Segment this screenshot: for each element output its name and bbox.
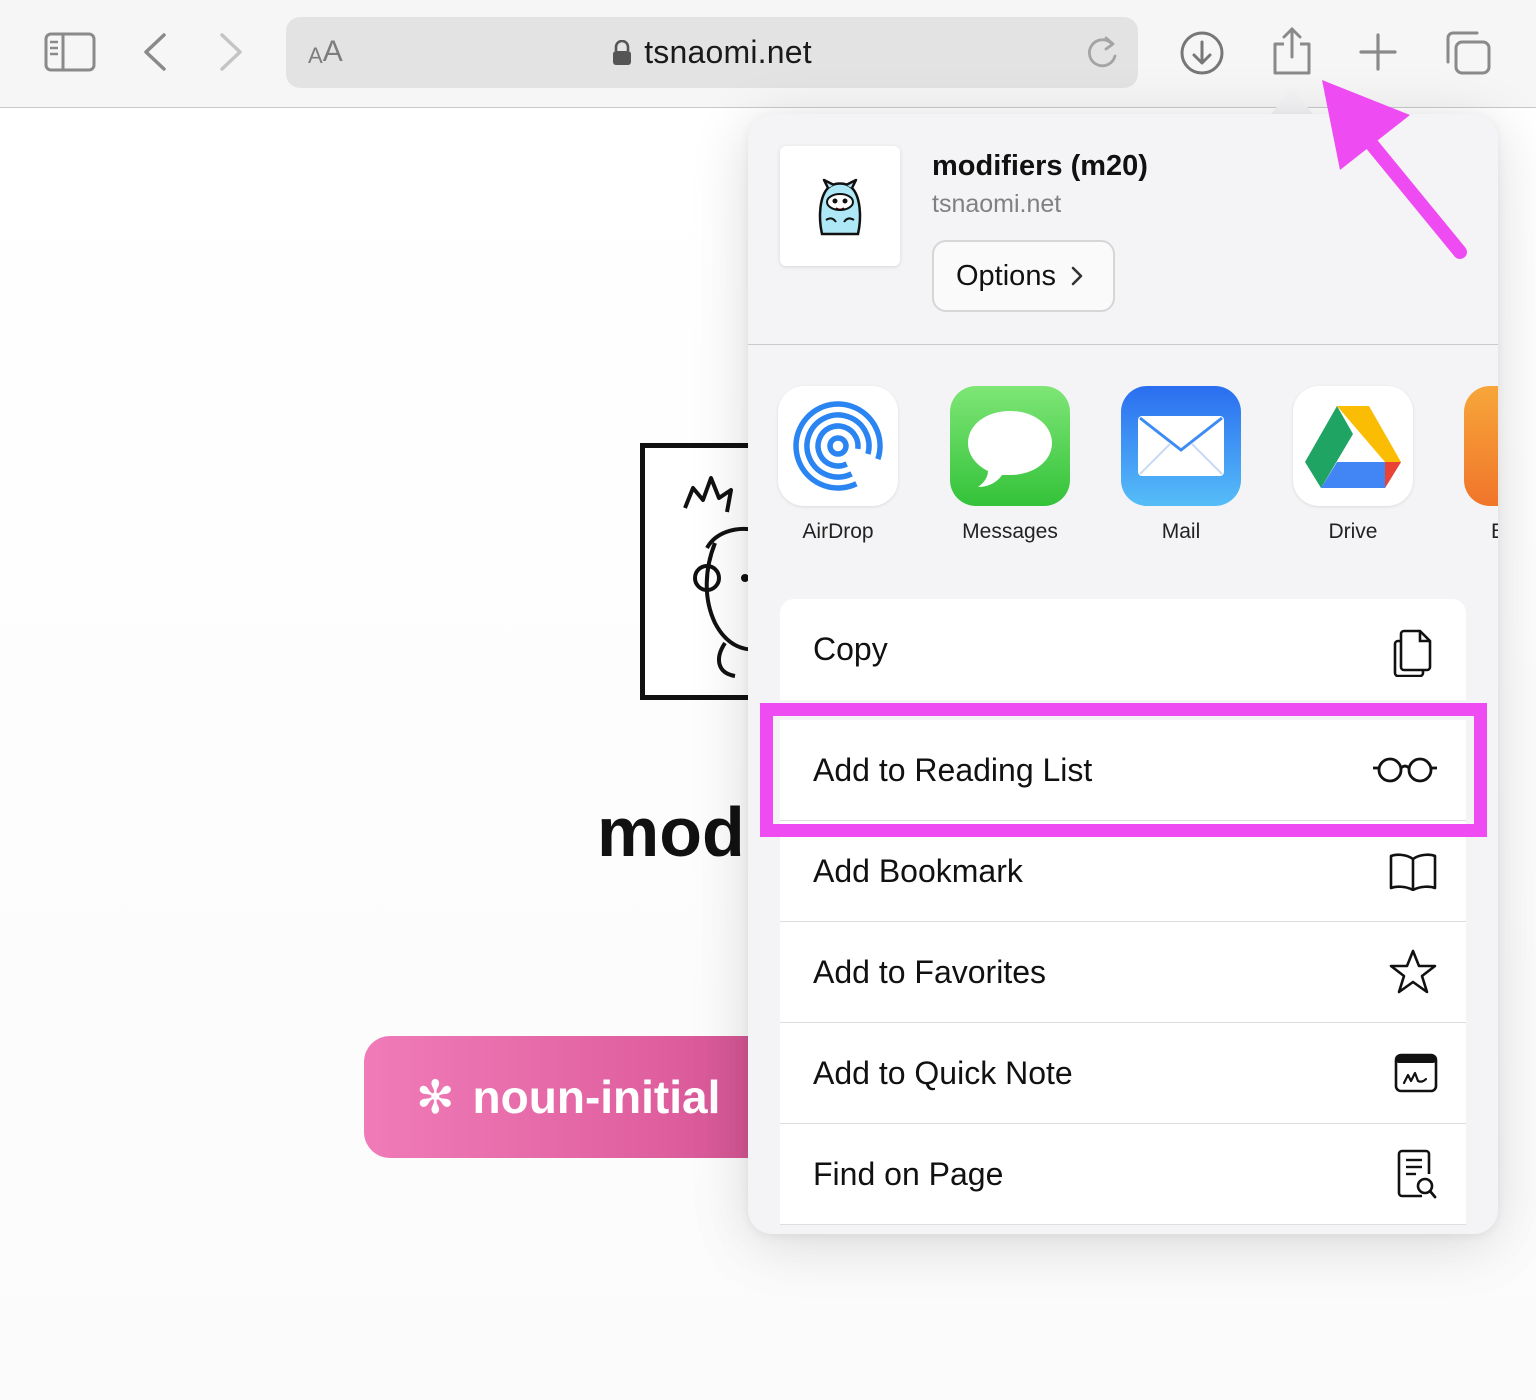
find-on-page-icon xyxy=(1396,1124,1438,1224)
share-apps-row: AirDrop Messages Mail Drive xyxy=(748,386,1498,556)
airdrop-app[interactable]: AirDrop xyxy=(768,386,908,544)
mail-icon xyxy=(1121,386,1241,506)
yeti-icon xyxy=(818,178,862,236)
add-bookmark-action[interactable]: Add Bookmark xyxy=(780,821,1466,922)
page-title: mod xyxy=(597,793,745,871)
books-icon xyxy=(1464,386,1498,506)
share-icon[interactable] xyxy=(1271,26,1313,76)
google-drive-icon xyxy=(1293,386,1413,506)
add-to-favorites-action[interactable]: Add to Favorites xyxy=(780,922,1466,1023)
share-sheet: modifiers (m20) tsnaomi.net Options AirD… xyxy=(748,114,1498,1234)
mail-app[interactable]: Mail xyxy=(1111,386,1251,544)
sidebar-icon[interactable] xyxy=(44,32,96,72)
chevron-right-icon xyxy=(1071,266,1083,286)
copy-action[interactable]: Copy xyxy=(780,599,1466,700)
divider xyxy=(748,344,1498,345)
glasses-icon xyxy=(1372,720,1438,820)
options-button[interactable]: Options xyxy=(932,240,1115,312)
reload-icon[interactable] xyxy=(1084,34,1120,77)
address-bar[interactable]: AA tsnaomi.net xyxy=(286,17,1138,88)
book-icon xyxy=(1388,821,1438,921)
download-icon[interactable] xyxy=(1179,30,1225,76)
quick-note-icon xyxy=(1394,1023,1438,1123)
url-text: tsnaomi.net xyxy=(644,34,812,70)
star-icon xyxy=(1388,922,1438,1022)
share-page-domain: tsnaomi.net xyxy=(932,190,1062,218)
add-to-quick-note-action[interactable]: Add to Quick Note xyxy=(780,1023,1466,1124)
page-thumbnail xyxy=(780,146,900,266)
messages-app[interactable]: Messages xyxy=(940,386,1080,544)
share-page-title: modifiers (m20) xyxy=(932,150,1148,182)
back-icon[interactable] xyxy=(140,32,170,72)
asterisk-icon: ✻ xyxy=(416,1071,455,1123)
share-actions-list: Copy Add to Reading List Add Bookmark Ad… xyxy=(780,599,1466,1225)
messages-icon xyxy=(950,386,1070,506)
airdrop-icon xyxy=(778,386,898,506)
add-to-reading-list-action[interactable]: Add to Reading List xyxy=(780,720,1466,821)
annotation-arrow xyxy=(1322,80,1467,259)
drive-app[interactable]: Drive xyxy=(1283,386,1423,544)
books-app[interactable]: B xyxy=(1454,386,1498,544)
find-on-page-action[interactable]: Find on Page xyxy=(780,1124,1466,1225)
new-tab-icon[interactable] xyxy=(1359,33,1397,71)
lock-icon xyxy=(613,39,632,65)
copy-icon xyxy=(1392,599,1438,699)
forward-icon[interactable] xyxy=(216,32,246,72)
